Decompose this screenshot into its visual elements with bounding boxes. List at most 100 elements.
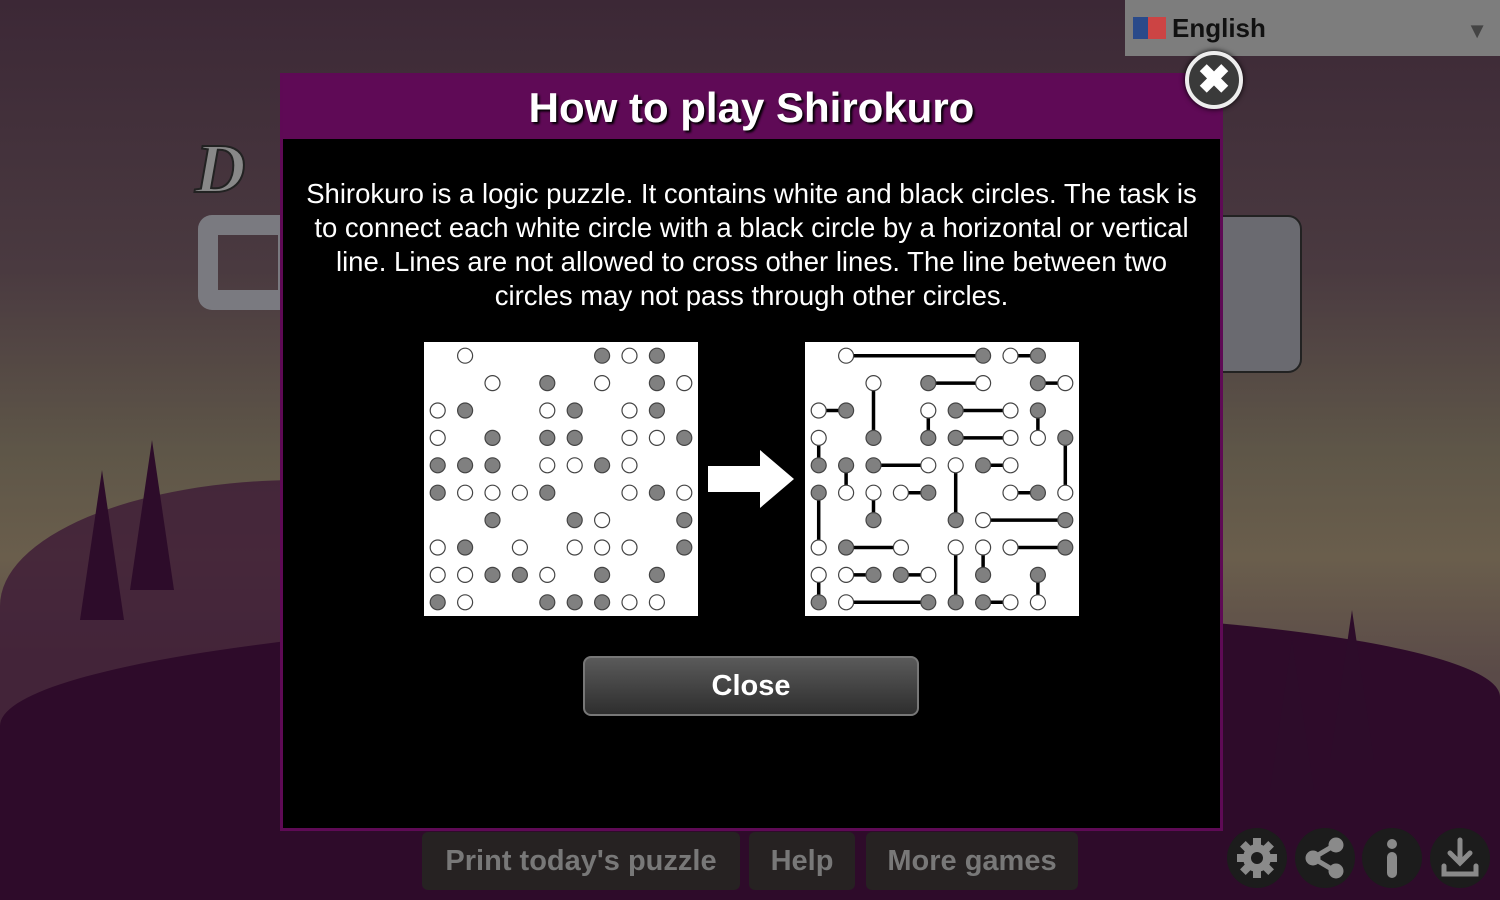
white-circle [566, 539, 583, 556]
black-circle [566, 402, 583, 419]
white-circle [621, 457, 638, 474]
black-circle [648, 566, 665, 583]
black-circle [594, 347, 611, 364]
download-button[interactable] [1430, 828, 1490, 888]
white-circle [975, 512, 992, 529]
black-circle [1029, 484, 1046, 501]
black-circle [1029, 374, 1046, 392]
white-circle [1002, 347, 1019, 364]
white-circle [810, 539, 827, 556]
white-circle [865, 374, 882, 392]
black-circle [865, 566, 882, 583]
black-circle [865, 457, 882, 474]
gear-icon [1237, 838, 1277, 878]
tree-decoration [1270, 640, 1314, 790]
example-solution-grid [805, 342, 1079, 616]
black-circle [594, 457, 611, 474]
white-circle [566, 457, 583, 474]
black-circle [947, 594, 964, 611]
white-circle [1002, 539, 1019, 556]
white-circle [539, 457, 556, 474]
black-circle [975, 347, 992, 364]
white-circle [1002, 457, 1019, 474]
white-circle [621, 402, 638, 419]
white-circle [539, 566, 556, 583]
black-circle [484, 512, 501, 529]
black-circle [947, 512, 964, 529]
black-circle [837, 457, 855, 474]
black-circle [594, 594, 611, 611]
black-circle [920, 594, 937, 611]
black-circle [920, 484, 937, 501]
info-icon [1387, 839, 1397, 878]
white-circle [429, 566, 446, 583]
white-circle [648, 594, 665, 611]
black-circle [456, 539, 474, 556]
white-circle [1002, 402, 1019, 419]
uk-flag-icon [1133, 17, 1166, 39]
info-button[interactable] [1362, 828, 1422, 888]
black-circle [484, 457, 501, 474]
white-circle [429, 429, 446, 447]
white-circle [837, 594, 855, 611]
black-circle [810, 484, 827, 501]
share-icon [1305, 837, 1344, 879]
black-circle [566, 429, 583, 447]
white-circle [975, 539, 992, 556]
black-circle [648, 374, 665, 392]
white-circle [810, 566, 827, 583]
black-circle [947, 402, 964, 419]
black-circle [648, 347, 665, 364]
white-circle [621, 594, 638, 611]
white-circle [594, 374, 611, 392]
black-circle [837, 402, 855, 419]
white-circle [484, 484, 501, 501]
black-circle [429, 594, 446, 611]
black-circle [810, 594, 827, 611]
language-label: English [1172, 12, 1266, 43]
white-circle [621, 347, 638, 364]
language-select[interactable]: English ▼ [1125, 0, 1500, 56]
white-circle [456, 347, 474, 364]
black-circle [566, 512, 583, 529]
white-circle [837, 347, 855, 364]
white-circle [676, 374, 693, 392]
black-circle [676, 429, 693, 447]
white-circle [429, 402, 446, 419]
black-circle [975, 566, 992, 583]
white-circle [892, 539, 910, 556]
white-circle [594, 512, 611, 529]
tree-decoration [130, 440, 174, 590]
chevron-down-icon: ▼ [1466, 18, 1488, 43]
close-icon[interactable]: ✖ [1185, 51, 1243, 109]
settings-button[interactable] [1227, 828, 1287, 888]
help-button[interactable]: Help [749, 832, 855, 890]
black-circle [1057, 539, 1074, 556]
black-circle [648, 402, 665, 419]
black-circle [539, 594, 556, 611]
black-circle [975, 594, 992, 611]
share-button[interactable] [1295, 828, 1355, 888]
white-circle [947, 457, 964, 474]
modal-title: How to play Shirokuro [528, 83, 975, 131]
white-circle [484, 374, 501, 392]
white-circle [456, 594, 474, 611]
game-logo: D [194, 130, 247, 209]
white-circle [648, 429, 665, 447]
more-games-button[interactable]: More games [866, 832, 1078, 890]
white-circle [837, 566, 855, 583]
white-circle [456, 484, 474, 501]
close-button[interactable]: Close [583, 656, 919, 716]
white-circle [456, 566, 474, 583]
black-circle [837, 539, 855, 556]
tree-decoration [1330, 610, 1374, 760]
black-circle [1057, 512, 1074, 529]
white-circle [429, 539, 446, 556]
black-circle [676, 512, 693, 529]
black-circle [975, 457, 992, 474]
black-circle [1057, 429, 1074, 447]
black-circle [429, 457, 446, 474]
black-circle [865, 512, 882, 529]
white-circle [865, 484, 882, 501]
print-puzzle-button[interactable]: Print today's puzzle [422, 832, 740, 890]
